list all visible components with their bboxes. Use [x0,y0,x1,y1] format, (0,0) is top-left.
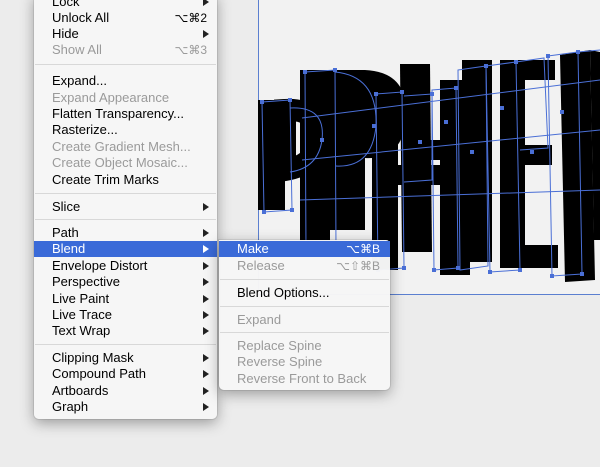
submenu-arrow-icon [203,295,209,303]
shortcut-label: ⌥⇧⌘B [336,259,380,273]
menu-item-live-paint[interactable]: Live Paint [34,291,217,307]
menu-item-create-object-mosaic[interactable]: Create Object Mosaic... [34,155,217,171]
menu-item-artboards[interactable]: Artboards [34,383,217,399]
submenu-arrow-icon [203,229,209,237]
menu-separator [220,332,389,333]
menu-item-slice[interactable]: Slice [34,199,217,215]
menu-item-lock[interactable]: Lock [34,0,217,10]
submenu-arrow-icon [203,245,209,253]
submenu-arrow-icon [203,0,209,6]
menu-separator [35,64,216,65]
submenu-arrow-icon [203,327,209,335]
menu-separator [220,306,389,307]
submenu-item-release[interactable]: Release ⌥⇧⌘B [219,258,390,274]
submenu-item-blend-options[interactable]: Blend Options... [219,285,390,301]
submenu-item-expand[interactable]: Expand [219,312,390,328]
menu-item-hide[interactable]: Hide [34,26,217,42]
menu-item-clipping-mask[interactable]: Clipping Mask [34,350,217,366]
submenu-arrow-icon [203,278,209,286]
object-menu: Lock Unlock All ⌥⌘2 Hide Show All ⌥⌘3 Expa… [34,0,217,419]
menu-item-flatten-transparency[interactable]: Flatten Transparency... [34,106,217,122]
submenu-item-reverse-spine[interactable]: Reverse Spine [219,354,390,370]
menu-item-show-all[interactable]: Show All ⌥⌘3 [34,42,217,58]
menu-separator [220,279,389,280]
menu-separator [35,193,216,194]
shortcut-label: ⌥⌘3 [174,43,207,57]
submenu-arrow-icon [203,311,209,319]
submenu-arrow-icon [203,203,209,211]
menu-item-rasterize[interactable]: Rasterize... [34,122,217,138]
submenu-arrow-icon [203,387,209,395]
submenu-item-replace-spine[interactable]: Replace Spine [219,338,390,354]
menu-item-graph[interactable]: Graph [34,399,217,415]
menu-separator [35,344,216,345]
submenu-item-reverse-front-to-back[interactable]: Reverse Front to Back [219,371,390,387]
shortcut-label: ⌥⌘B [346,242,380,256]
menu-item-text-wrap[interactable]: Text Wrap [34,323,217,339]
menu-item-blend[interactable]: Blend [34,241,217,257]
menu-item-perspective[interactable]: Perspective [34,274,217,290]
submenu-arrow-icon [203,403,209,411]
menu-item-path[interactable]: Path [34,225,217,241]
submenu-arrow-icon [203,370,209,378]
submenu-arrow-icon [203,354,209,362]
menu-item-create-gradient-mesh[interactable]: Create Gradient Mesh... [34,139,217,155]
menu-item-envelope-distort[interactable]: Envelope Distort [34,258,217,274]
menu-separator [35,219,216,220]
menu-item-create-trim-marks[interactable]: Create Trim Marks [34,172,217,188]
menu-item-expand-appearance[interactable]: Expand Appearance [34,90,217,106]
shortcut-label: ⌥⌘2 [174,11,207,25]
submenu-arrow-icon [203,30,209,38]
menu-item-unlock-all[interactable]: Unlock All ⌥⌘2 [34,10,217,26]
submenu-item-make[interactable]: Make ⌥⌘B [219,241,390,257]
blend-submenu: Make ⌥⌘B Release ⌥⇧⌘B Blend Options... Exp… [219,240,390,390]
menu-item-expand[interactable]: Expand... [34,73,217,89]
menu-item-compound-path[interactable]: Compound Path [34,366,217,382]
submenu-arrow-icon [203,262,209,270]
menu-item-live-trace[interactable]: Live Trace [34,307,217,323]
